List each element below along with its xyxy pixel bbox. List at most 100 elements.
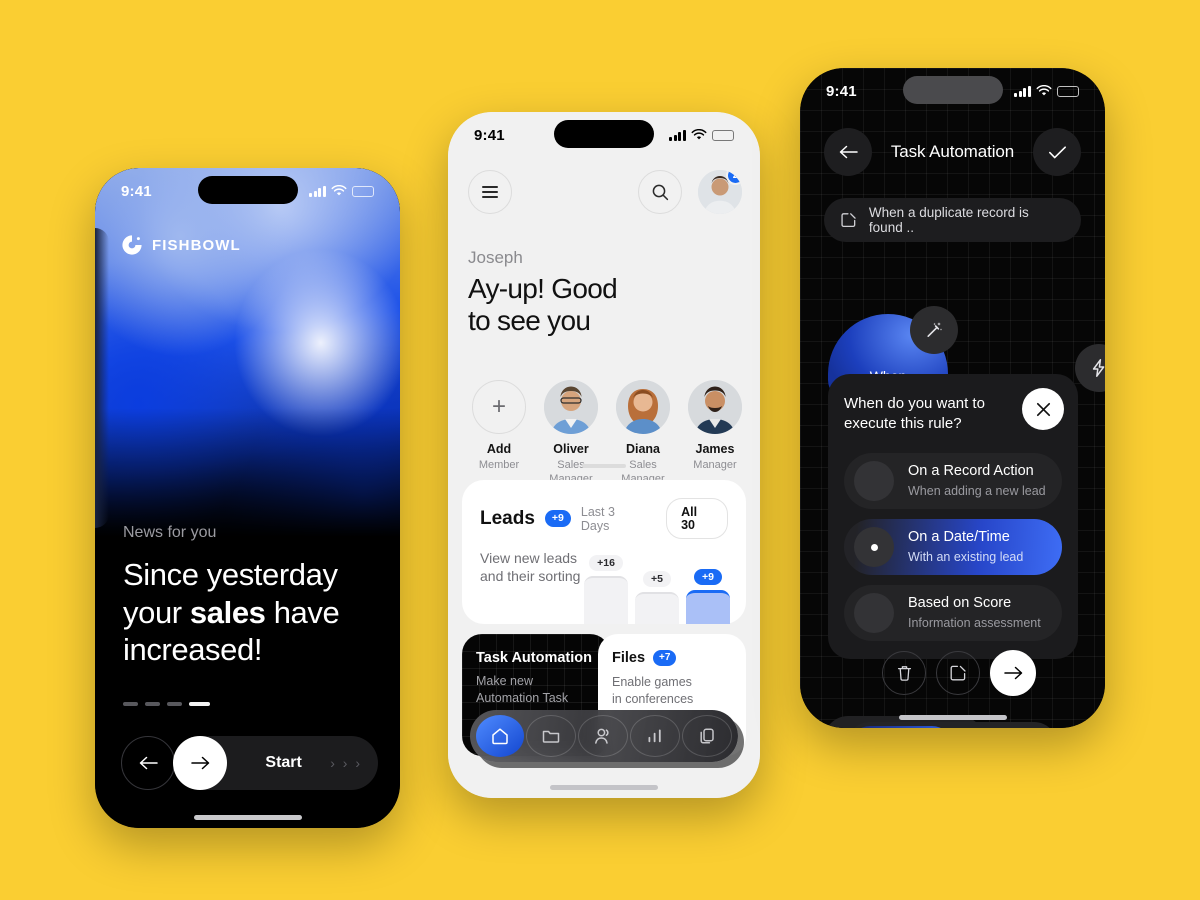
member-avatar bbox=[616, 380, 670, 434]
sheet-question-line-2: execute this rule? bbox=[844, 414, 962, 432]
edit-button[interactable] bbox=[936, 651, 980, 695]
rule-option-date-time[interactable]: On a Date/Time With an existing lead bbox=[844, 519, 1062, 575]
leads-bar: +16 bbox=[584, 554, 628, 624]
rule-option-title: On a Date/Time bbox=[908, 529, 1010, 546]
leads-bar-chart: +16 +5 +9 bbox=[584, 554, 730, 624]
pagination-dot[interactable] bbox=[145, 702, 160, 706]
nav-item-home[interactable] bbox=[476, 715, 524, 757]
card-subtitle: Enable games in conferences bbox=[612, 674, 732, 709]
nav-item-people[interactable] bbox=[578, 715, 628, 757]
sheet-question: When do you want to execute this rule? bbox=[844, 394, 1014, 433]
people-icon bbox=[595, 728, 609, 744]
bottom-navigation-bar bbox=[470, 710, 738, 762]
onboarding-headline: Since yesterday your sales have increase… bbox=[123, 556, 376, 668]
task-automation-header: Task Automation bbox=[824, 128, 1081, 176]
nav-item-analytics[interactable] bbox=[630, 715, 680, 757]
pagination-dot-active[interactable] bbox=[189, 702, 210, 706]
radio-button-selected[interactable] bbox=[854, 527, 894, 567]
member-name: James bbox=[695, 442, 735, 456]
rule-option-text: Based on Score Information assessment bbox=[908, 595, 1041, 630]
signal-icon bbox=[1014, 85, 1031, 97]
member-avatar bbox=[688, 380, 742, 434]
pagination-dots[interactable] bbox=[123, 702, 210, 706]
rule-option-subtitle: With an existing lead bbox=[908, 549, 1024, 564]
leads-all-button[interactable]: All 30 bbox=[666, 498, 728, 539]
signal-icon bbox=[669, 129, 686, 141]
member-name: Oliver bbox=[553, 442, 589, 456]
leads-bar-column bbox=[686, 590, 730, 624]
start-label: Start bbox=[265, 754, 302, 771]
next-button[interactable] bbox=[173, 736, 227, 790]
nav-item-files[interactable] bbox=[682, 715, 732, 757]
phone-mockup-task-automation: 9:41 Task Automation When a duplicate re… bbox=[800, 68, 1105, 728]
rule-option-based-on-score[interactable]: Based on Score Information assessment bbox=[844, 585, 1062, 641]
segment-preview[interactable]: Preview bbox=[952, 726, 1054, 728]
avatar[interactable]: 2 bbox=[698, 170, 742, 214]
card-title: Task Automation bbox=[476, 650, 593, 666]
chart-bar-icon bbox=[648, 729, 661, 743]
arrow-left-icon bbox=[839, 145, 858, 159]
hamburger-menu-button[interactable] bbox=[468, 170, 512, 214]
magic-wand-button[interactable] bbox=[910, 306, 958, 354]
nav-item-folder[interactable] bbox=[526, 715, 576, 757]
member-item-oliver[interactable]: Oliver Sales Manager bbox=[540, 380, 602, 486]
radio-button[interactable] bbox=[854, 461, 894, 501]
card-title-row: Files +7 bbox=[612, 650, 732, 666]
delete-button[interactable] bbox=[882, 651, 926, 695]
rule-option-title: On a Record Action bbox=[908, 463, 1034, 480]
member-name: Add bbox=[486, 442, 512, 456]
card-subtitle-line-2: Automation Task bbox=[476, 691, 569, 706]
leads-bar-column bbox=[584, 576, 628, 624]
battery-icon bbox=[1057, 85, 1079, 97]
phone2-screen: 9:41 2 Joseph Ay-up! Good to see you + A… bbox=[448, 112, 760, 798]
search-button[interactable] bbox=[638, 170, 682, 214]
pagination-dot[interactable] bbox=[123, 702, 138, 706]
hero-gradient bbox=[95, 168, 400, 548]
phone-mockup-onboarding: 9:41 FISHBOWL News for you Since yesterd… bbox=[95, 168, 400, 828]
leads-card[interactable]: Leads +9 Last 3 Days All 30 View new lea… bbox=[462, 480, 746, 624]
edit-square-icon bbox=[950, 665, 966, 681]
status-time: 9:41 bbox=[826, 82, 857, 100]
hamburger-menu-icon bbox=[482, 186, 498, 198]
back-button[interactable] bbox=[824, 128, 872, 176]
add-member-item[interactable]: + Add Member bbox=[468, 380, 530, 486]
news-kicker: News for you bbox=[123, 524, 217, 542]
signal-icon bbox=[309, 185, 326, 197]
pagination-dot[interactable] bbox=[167, 702, 182, 706]
brand-name: FISHBOWL bbox=[152, 236, 241, 254]
next-step-button[interactable] bbox=[990, 650, 1036, 696]
member-item-james[interactable]: James Manager bbox=[684, 380, 746, 486]
greeting-block: Joseph Ay-up! Good to see you bbox=[468, 248, 740, 337]
rule-trigger-field[interactable]: When a duplicate record is found .. bbox=[824, 198, 1081, 242]
confirm-button[interactable] bbox=[1033, 128, 1081, 176]
close-button[interactable] bbox=[1022, 388, 1064, 430]
phone-mockup-dashboard: 9:41 2 Joseph Ay-up! Good to see you + A… bbox=[448, 112, 760, 798]
arrow-right-icon bbox=[190, 756, 209, 770]
leads-bar-label: +16 bbox=[589, 554, 623, 571]
leads-bar-label: +5 bbox=[643, 570, 671, 587]
edit-square-icon bbox=[841, 213, 856, 228]
check-icon bbox=[1048, 145, 1066, 158]
member-role: Member bbox=[478, 458, 520, 471]
segment-workspace[interactable]: Workspace bbox=[850, 726, 952, 728]
search-icon bbox=[652, 184, 669, 201]
rule-option-subtitle: When adding a new lead bbox=[908, 483, 1046, 498]
dynamic-island bbox=[554, 120, 654, 148]
team-members-row: + Add Member Oliver Sales Manager Diana … bbox=[468, 380, 746, 486]
plus-icon: + bbox=[472, 380, 526, 434]
radio-button[interactable] bbox=[854, 593, 894, 633]
rule-option-record-action[interactable]: On a Record Action When adding a new lea… bbox=[844, 453, 1062, 509]
status-time: 9:41 bbox=[474, 126, 505, 144]
back-button[interactable] bbox=[121, 736, 175, 790]
card-title: Files bbox=[612, 650, 646, 666]
card-subtitle-line-1: Enable games bbox=[612, 675, 692, 689]
member-item-diana[interactable]: Diana Sales Manager bbox=[612, 380, 674, 486]
sheet-grabber[interactable] bbox=[582, 464, 626, 468]
arrow-left-icon bbox=[139, 756, 158, 770]
card-subtitle-line-2: in conferences bbox=[612, 692, 694, 707]
dynamic-island bbox=[902, 76, 1003, 104]
radio-dot bbox=[870, 543, 878, 551]
trash-icon bbox=[897, 666, 911, 681]
wifi-icon bbox=[691, 129, 707, 140]
leads-badge: +9 bbox=[544, 510, 571, 527]
